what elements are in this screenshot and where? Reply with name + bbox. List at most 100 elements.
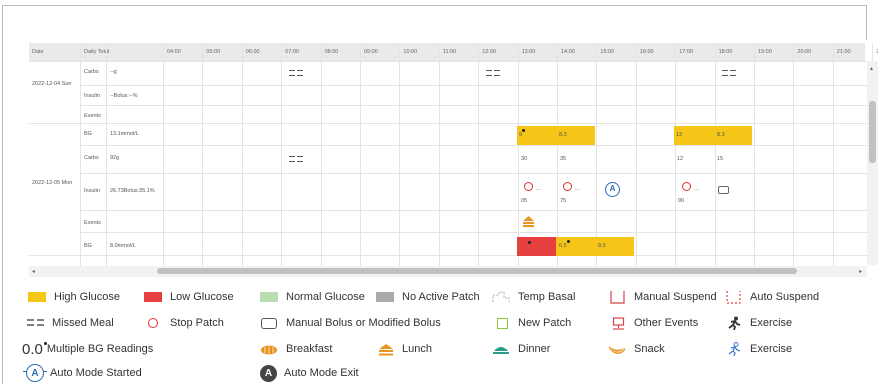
missed-meal-icon[interactable] xyxy=(289,156,303,162)
auto-mode-started-icon[interactable]: A xyxy=(605,182,620,197)
header-hour: 16:00 xyxy=(639,49,654,55)
grid-row-line xyxy=(80,85,867,86)
legend-item: Snack xyxy=(608,338,665,360)
legend-label: High Glucose xyxy=(54,291,121,303)
manual-bolus-icon xyxy=(260,317,280,329)
stop-patch-icon xyxy=(144,317,164,329)
insulin-value: 05 xyxy=(521,198,528,204)
stop-patch-icon[interactable] xyxy=(524,182,533,191)
legend-label: Breakfast xyxy=(286,343,333,355)
header-hour: 21:00 xyxy=(836,49,851,55)
other-events-icon xyxy=(608,317,628,330)
legend-item: A Auto Mode Exit xyxy=(260,362,359,384)
insulin-value: 90 xyxy=(678,198,685,204)
exercise-icon xyxy=(724,316,744,330)
dinner-icon xyxy=(492,343,512,355)
lunch-icon xyxy=(376,343,396,356)
row-label: Events xyxy=(84,220,101,226)
bg-value: 8.3 xyxy=(717,132,725,138)
header-hour: 06:00 xyxy=(245,49,260,55)
legend-label: No Active Patch xyxy=(402,291,480,303)
legend-label: Normal Glucose xyxy=(286,291,365,303)
grid-row-line xyxy=(80,145,867,146)
header-hour: 12:00 xyxy=(482,49,496,55)
legend-label: Lunch xyxy=(402,343,432,355)
row-label: Carbs xyxy=(84,155,99,161)
scroll-right-arrow-icon[interactable]: ▸ xyxy=(859,268,862,275)
header-hour: 13:00 xyxy=(521,49,536,55)
manual-suspend-icon xyxy=(608,291,628,304)
no-active-patch-swatch xyxy=(376,291,396,303)
row-total: --Bolus:--% xyxy=(110,93,138,99)
bg-value: 13 xyxy=(676,132,683,138)
legend-item: Low Glucose xyxy=(144,286,234,308)
auto-mode-exit-icon: A xyxy=(260,364,277,382)
stop-patch-icon[interactable] xyxy=(682,182,691,191)
legend-item: Missed Meal xyxy=(26,312,114,334)
low-glucose-bar[interactable] xyxy=(517,237,556,256)
header-hour: 15:00 xyxy=(600,49,615,55)
header-hour: 19:00 xyxy=(758,49,772,55)
row-label: Events xyxy=(84,113,101,119)
legend-label: Other Events xyxy=(634,317,699,329)
horizontal-scroll-thumb[interactable] xyxy=(157,268,797,274)
snack-icon xyxy=(608,343,628,355)
row-label: Insulin xyxy=(84,188,100,194)
multiple-bg-glyph: 0.0 xyxy=(22,340,43,358)
high-glucose-bar[interactable] xyxy=(674,126,752,145)
carbs-value: 30 xyxy=(521,156,528,162)
legend-label: Auto Suspend xyxy=(750,291,820,303)
legend-label: Exercise xyxy=(750,343,793,355)
legend-label: Auto Mode Exit xyxy=(284,367,359,379)
row-total: 8.0mmol/L xyxy=(110,243,136,249)
bg-value: 8.3 xyxy=(559,132,567,138)
header-hour: 10:00 xyxy=(403,49,418,55)
high-glucose-bar[interactable] xyxy=(517,126,595,145)
missed-meal-icon[interactable] xyxy=(722,70,736,76)
legend-item: Temp Basal xyxy=(492,286,575,308)
date-label: 2022-12-04 Sun xyxy=(32,81,72,87)
stop-patch-icon[interactable] xyxy=(563,182,572,191)
multiple-bg-dot xyxy=(567,240,570,243)
vertical-scrollbar[interactable]: ▴ xyxy=(867,61,878,265)
legend-item: No Active Patch xyxy=(376,286,480,308)
row-label: BG xyxy=(84,243,92,249)
auto-mode-glyph: A xyxy=(31,367,39,379)
legend-label: Manual Suspend xyxy=(634,291,717,303)
scroll-left-arrow-icon[interactable]: ◂ xyxy=(32,268,35,275)
more-indicator: ... xyxy=(694,186,700,192)
exercise-alt-icon xyxy=(724,342,744,356)
bg-value: 9 xyxy=(519,132,523,138)
grid-row-line xyxy=(80,232,867,233)
header-hour: 08:00 xyxy=(324,49,339,55)
missed-meal-icon[interactable] xyxy=(486,70,500,76)
row-total: 13.1mmol/L xyxy=(110,131,139,137)
lunch-icon[interactable] xyxy=(522,215,535,227)
missed-meal-icon[interactable] xyxy=(289,70,303,76)
grid-row-line xyxy=(80,173,867,174)
header-date: Date xyxy=(32,49,44,55)
legend-item: Breakfast xyxy=(260,338,332,360)
scroll-up-arrow-icon[interactable]: ▴ xyxy=(870,65,873,72)
more-indicator: ... xyxy=(536,186,542,192)
header-hour: 14:00 xyxy=(561,49,575,55)
legend-item: Manual Suspend xyxy=(608,286,717,308)
missed-meal-icon xyxy=(26,317,46,329)
grid-row-line xyxy=(29,61,867,62)
manual-bolus-icon[interactable] xyxy=(718,186,729,194)
legend-label: Low Glucose xyxy=(170,291,234,303)
temp-basal-icon xyxy=(492,291,512,303)
legend-item: Dinner xyxy=(492,338,550,360)
vertical-scroll-thumb[interactable] xyxy=(869,101,876,163)
legend-item: Lunch xyxy=(376,338,432,360)
header-hour: 17:00 xyxy=(679,49,693,55)
legend-item: Manual Bolus or Modified Bolus xyxy=(260,312,441,334)
legend-label: Exercise xyxy=(750,317,793,329)
header-hour: 18:00 xyxy=(718,49,733,55)
legend-label: Stop Patch xyxy=(170,317,224,329)
auto-mode-started-icon: A xyxy=(23,364,47,382)
horizontal-scrollbar[interactable]: ◂ ▸ xyxy=(29,266,867,277)
multiple-bg-dot xyxy=(528,241,531,244)
header-hour: 07:00 xyxy=(285,49,299,55)
row-total: 92g xyxy=(110,155,120,161)
